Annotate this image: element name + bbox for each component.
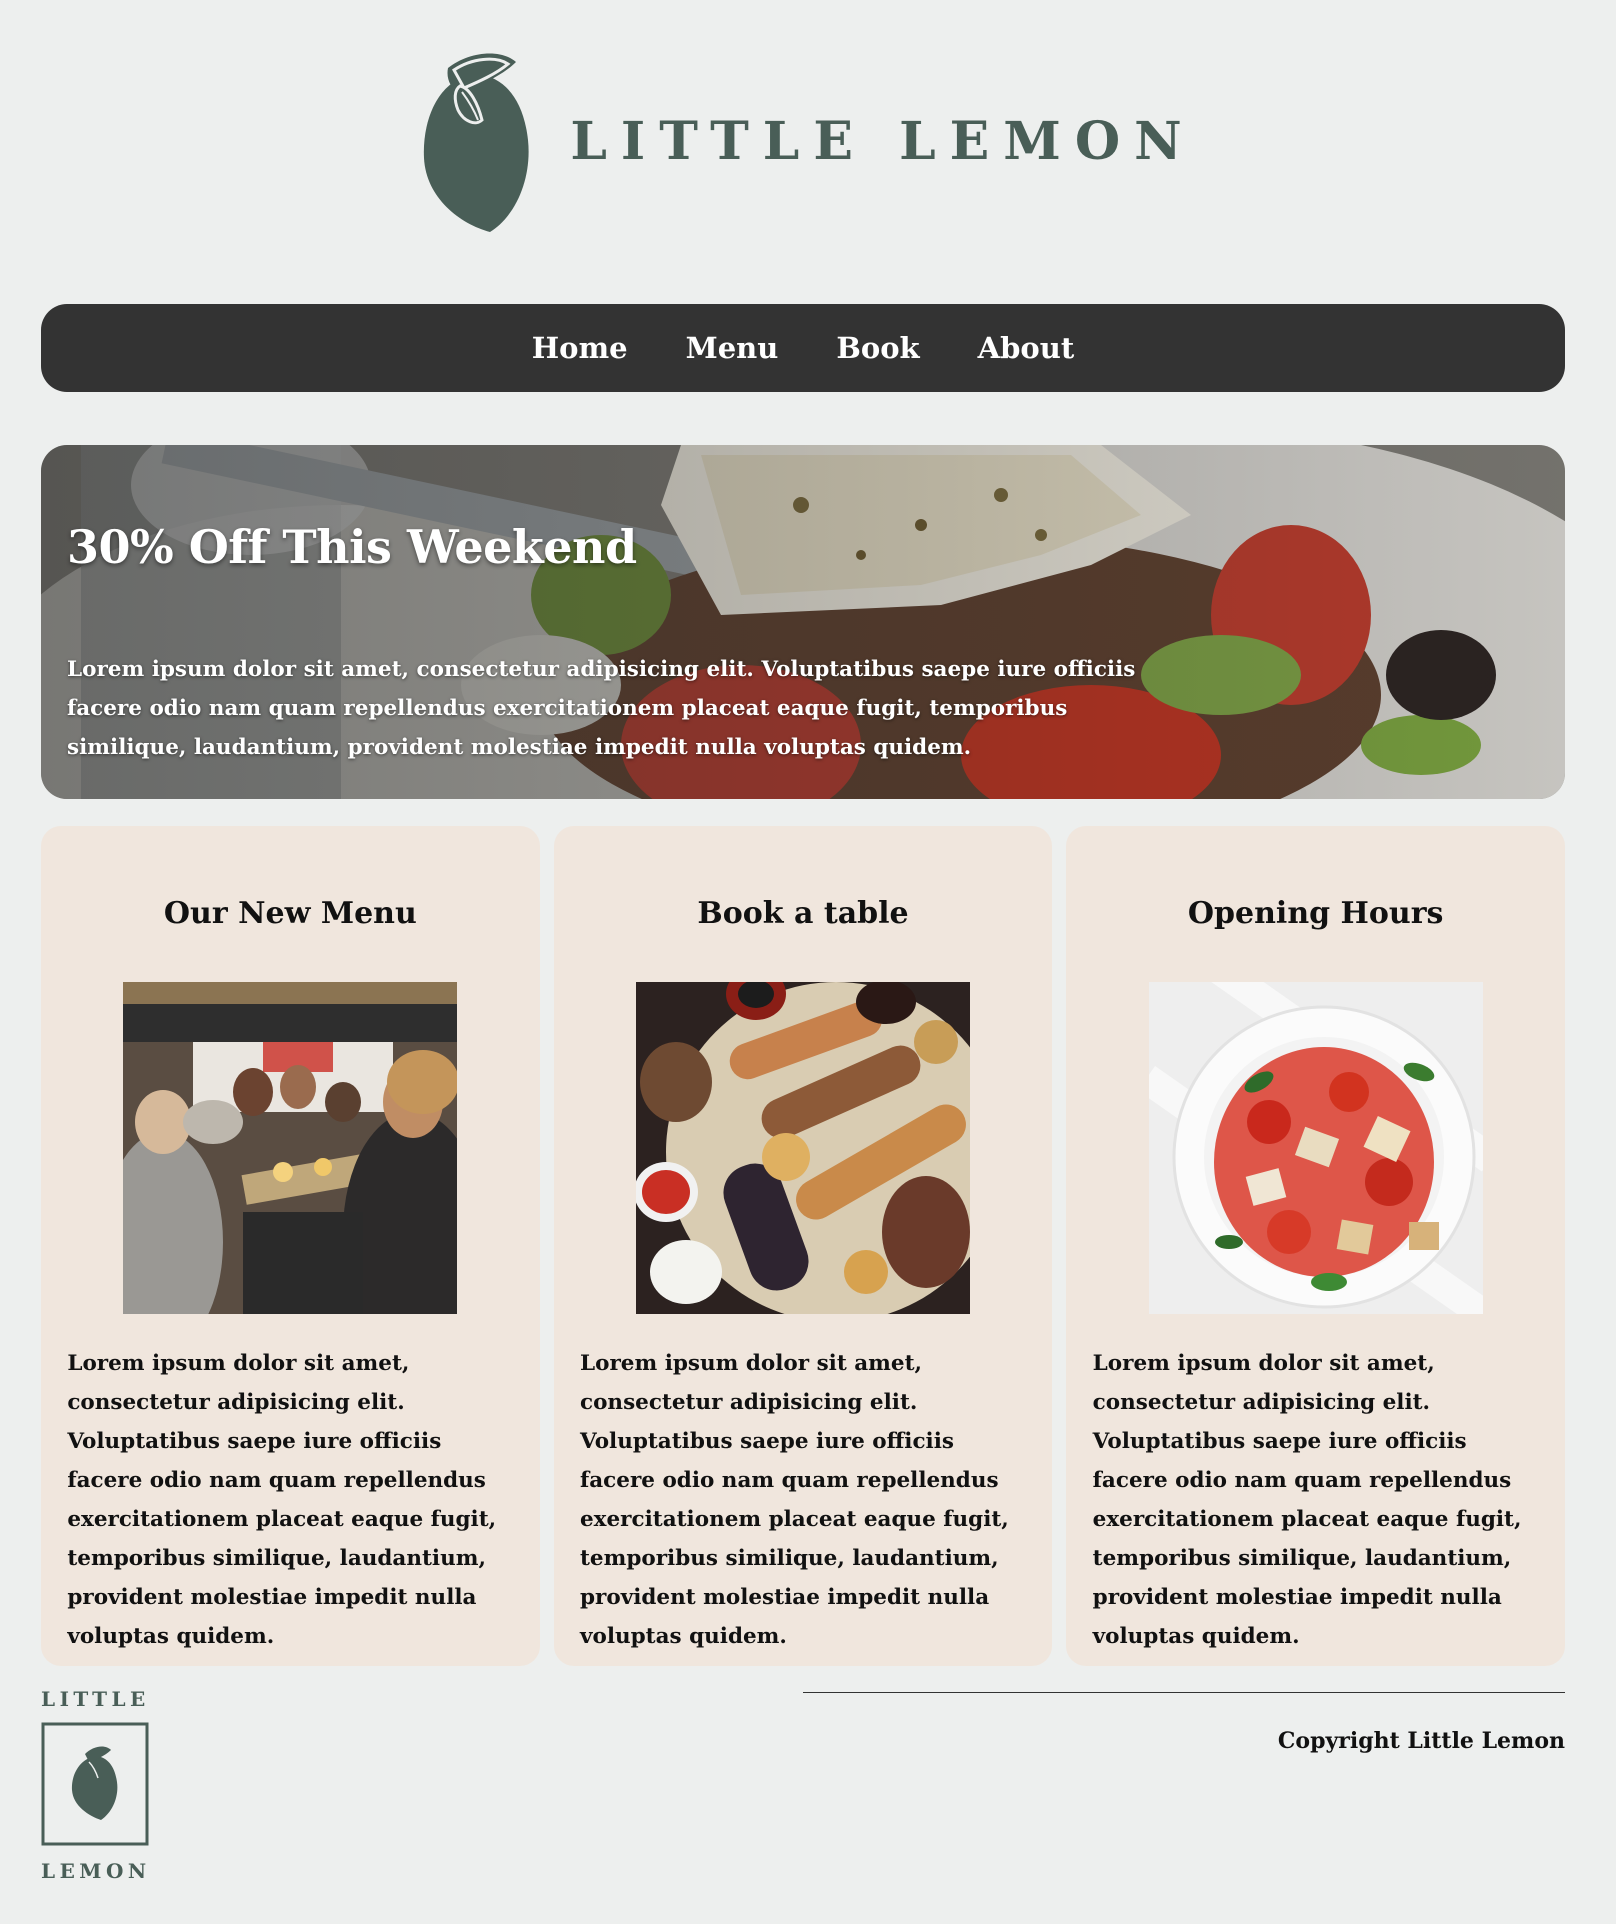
nav-item-menu[interactable]: Menu	[685, 331, 780, 365]
hero-text: Lorem ipsum dolor sit amet, consectetur …	[67, 657, 1136, 760]
grilled-food-image	[636, 982, 970, 1314]
footer-divider	[803, 1692, 1565, 1693]
footer-logo-bottom-text: LEMON	[41, 1859, 151, 1883]
footer-logo[interactable]: LITTLE LEMON	[41, 1686, 151, 1886]
brand-name: LITTLE LEMON	[570, 110, 1196, 172]
nav-item-book[interactable]: Book	[835, 331, 920, 365]
page: LITTLE LEMON Home Menu Book About 30% Of…	[0, 0, 1616, 1924]
nav-item-about[interactable]: About	[977, 331, 1076, 365]
footer-logo-top-text: LITTLE	[41, 1687, 150, 1711]
card-title: Book a table	[697, 896, 909, 931]
nav-item-home[interactable]: Home	[531, 331, 629, 365]
card-text: Lorem ipsum dolor sit amet, consectetur …	[67, 1351, 497, 1649]
card-book-table: Book a table Lorem ipsum dolor sit amet,…	[553, 826, 1053, 1666]
card-text: Lorem ipsum dolor sit amet, consectetur …	[1092, 1351, 1522, 1649]
feature-cards: Our New Menu Lorem ipsum dolor sit amet,…	[41, 826, 1566, 1666]
hero-banner: 30% Off This Weekend Lorem ipsum dolor s…	[41, 445, 1565, 799]
lemon-icon	[71, 1756, 118, 1820]
main-nav: Home Menu Book About	[41, 304, 1565, 392]
copyright-text: Copyright Little Lemon	[1277, 1728, 1565, 1754]
card-new-menu: Our New Menu Lorem ipsum dolor sit amet,…	[41, 826, 540, 1666]
logo[interactable]: LITTLE LEMON	[420, 48, 1195, 234]
card-title: Opening Hours	[1187, 896, 1444, 931]
site-header: LITTLE LEMON	[0, 0, 1616, 290]
card-text: Lorem ipsum dolor sit amet, consectetur …	[580, 1351, 1009, 1649]
card-title: Our New Menu	[163, 896, 417, 931]
lemon-logo-icon	[424, 53, 529, 232]
panzanella-salad-image	[1148, 982, 1483, 1314]
card-opening-hours: Opening Hours Lorem ipsum dolor sit amet…	[1066, 826, 1566, 1666]
hero-title: 30% Off This Weekend	[67, 520, 637, 574]
restaurant-diners-image	[123, 982, 458, 1314]
